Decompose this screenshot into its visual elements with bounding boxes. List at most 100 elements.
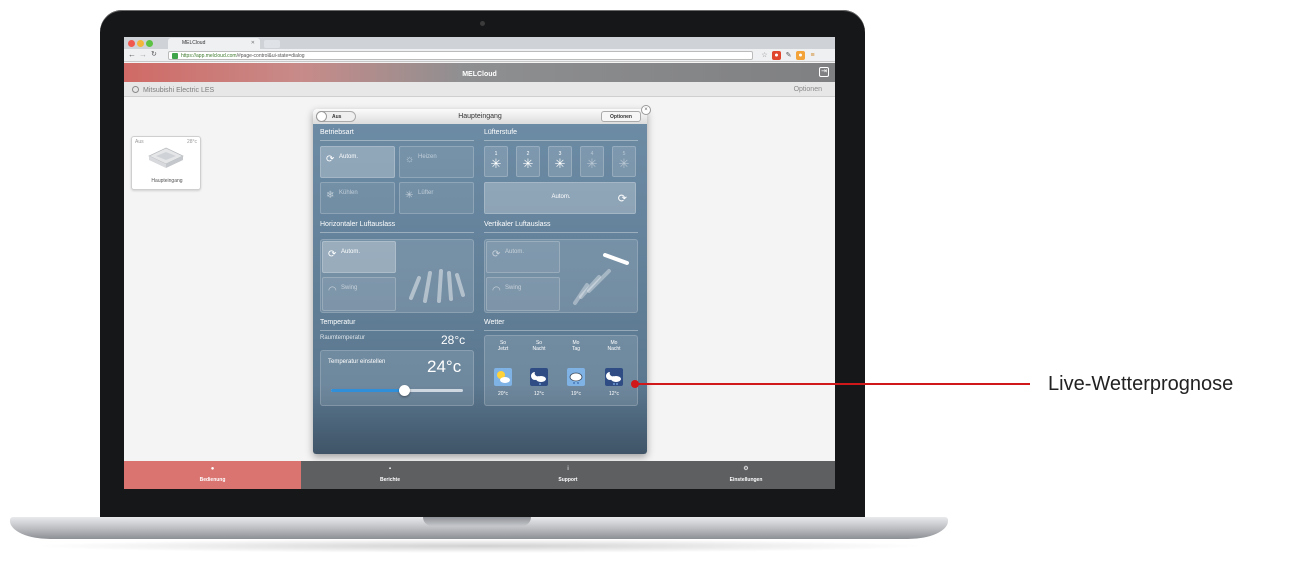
forward-arrow-icon[interactable]: → — [139, 51, 147, 59]
marketing-stage: MELCloud ✕ ← → ↻ https://app.melcloud.co… — [0, 0, 1303, 565]
close-window-icon[interactable] — [128, 40, 135, 47]
address-bar[interactable]: https://app.melcloud.com/#page-control&u… — [168, 51, 753, 60]
url-host: https://app.melcloud.com — [181, 53, 237, 59]
auto-cycle-icon: ⟳ — [617, 193, 627, 205]
horizontal-vane-diagram — [409, 269, 465, 303]
vertical-vane-swing-button[interactable]: ◠ Swing — [486, 277, 560, 311]
weather-day-label: So Nacht — [532, 340, 546, 352]
app-title: MELCloud — [462, 71, 497, 78]
swing-icon: ◠ — [328, 285, 337, 296]
support-icon: i — [567, 466, 569, 472]
mode-fan-button[interactable]: ✳ Lüfter — [399, 182, 474, 214]
cloud-rain-icon — [567, 368, 585, 386]
browser-toolbar: ← → ↻ https://app.melcloud.com/#page-con… — [124, 49, 835, 62]
lock-icon — [172, 53, 178, 59]
callout-dot — [631, 380, 639, 388]
camera-icon — [480, 21, 485, 26]
fan-icon: ✳ — [405, 190, 414, 201]
laptop-screen: MELCloud ✕ ← → ↻ https://app.melcloud.co… — [124, 37, 835, 489]
unit-temp: 28°c — [186, 139, 197, 145]
heat-icon: ☼ — [405, 154, 415, 165]
divider — [484, 330, 638, 331]
set-temperature-panel: Temperatur einstellen 24°c — [320, 350, 474, 406]
fan-speed-2[interactable]: 2 ✳ — [516, 146, 540, 177]
vertical-vane-diagram — [573, 253, 629, 305]
unit-name: Haupteingang — [151, 178, 183, 184]
app-header: MELCloud ⇥ Mitsubishi Electric LES Optio… — [124, 63, 835, 97]
fan-speed-4[interactable]: 4 ✳ — [580, 146, 604, 177]
cassette-unit-icon — [148, 147, 184, 168]
back-arrow-icon[interactable]: ← — [128, 51, 136, 59]
bottom-navigation: ● Bedienung ▪ Berichte i Support ⚙ Einst… — [124, 461, 835, 489]
nav-berichte[interactable]: ▪ Berichte — [301, 461, 479, 489]
weather-temp: 19°c — [570, 391, 582, 397]
snowflake-icon: ❄ — [326, 190, 335, 201]
mode-title: Betriebsart — [320, 129, 354, 136]
fan-speed-1[interactable]: 1 ✳ — [484, 146, 508, 177]
horizontal-vane-auto-button[interactable]: ⟳ Autom. — [322, 241, 396, 273]
temperature-title: Temperatur — [320, 319, 356, 326]
reports-icon: ▪ — [388, 466, 392, 472]
extension-shield-icon[interactable]: ● — [772, 51, 781, 60]
moon-cloud-rain-icon — [530, 368, 548, 386]
zoom-window-icon[interactable] — [146, 40, 153, 47]
dialog-header: Aus Haupteingang Optionen × — [313, 105, 651, 124]
mode-heat-button[interactable]: ☼ Heizen — [399, 146, 474, 178]
minimize-window-icon[interactable] — [137, 40, 144, 47]
logout-icon[interactable]: ⇥ — [819, 67, 829, 77]
dialog-close-icon[interactable]: × — [641, 105, 651, 115]
weather-title: Wetter — [484, 319, 505, 326]
divider — [320, 330, 474, 331]
vertical-vane-title: Vertikaler Luftauslass — [484, 221, 551, 228]
fan-speed-5[interactable]: 5 ✳ — [612, 146, 636, 177]
laptop-base — [10, 517, 948, 539]
horizontal-vane-swing-button[interactable]: ◠ Swing — [322, 277, 396, 311]
temperature-slider[interactable] — [331, 389, 463, 392]
laptop-shadow — [30, 539, 930, 553]
browser-tab[interactable]: MELCloud ✕ — [168, 38, 260, 49]
set-temp-value: 24°c — [427, 357, 462, 376]
slider-handle[interactable] — [398, 385, 410, 396]
nav-bedienung[interactable]: ● Bedienung — [124, 461, 301, 489]
room-temp-label: Raumtemperatur — [320, 335, 366, 341]
callout-label: Live-Wetterprognose — [1048, 373, 1234, 395]
vertical-vane-auto-button[interactable]: ⟳ Autom. — [486, 241, 560, 273]
set-temp-label: Temperatur einstellen — [328, 359, 386, 365]
tab-title: MELCloud — [182, 40, 206, 46]
moon-cloud-rain-icon — [605, 368, 623, 386]
nav-einstellungen[interactable]: ⚙ Einstellungen — [657, 461, 835, 489]
browser-tabstrip: MELCloud ✕ — [124, 37, 835, 49]
menu-hamburger-icon[interactable]: ≡ — [808, 51, 817, 60]
weather-day-label: Mo Tag — [571, 340, 581, 352]
fan-speed-3[interactable]: 3 ✳ — [548, 146, 572, 177]
nav-support[interactable]: i Support — [479, 461, 657, 489]
dialog-options-button[interactable]: Optionen — [601, 111, 641, 122]
extension-orange-icon[interactable]: ● — [796, 51, 805, 60]
fan-auto-button[interactable]: Autom. ⟳ — [484, 182, 636, 214]
mode-auto-button[interactable]: ⟳ Autom. — [320, 146, 395, 178]
slider-fill — [331, 389, 404, 392]
divider — [320, 140, 474, 141]
control-icon: ● — [210, 466, 215, 472]
building-bar: Mitsubishi Electric LES Optionen — [124, 82, 835, 97]
settings-gear-icon: ⚙ — [743, 466, 749, 472]
unit-control-dialog: Aus Haupteingang Optionen × Betriebsart … — [313, 105, 651, 454]
building-status-icon — [132, 86, 139, 93]
options-link[interactable]: Optionen — [794, 86, 822, 93]
divider — [484, 232, 638, 233]
auto-cycle-icon: ⟳ — [328, 249, 337, 260]
room-temp-value: 28°c — [441, 333, 466, 347]
weather-temp: 12°c — [608, 391, 620, 397]
reload-icon[interactable]: ↻ — [151, 51, 157, 59]
mode-cool-button[interactable]: ❄ Kühlen — [320, 182, 395, 214]
callout-line — [637, 383, 1030, 385]
bookmark-star-icon[interactable]: ☆ — [760, 51, 769, 60]
new-tab-button[interactable] — [264, 40, 280, 48]
url-path: /#page-control&ui-state=dialog — [236, 53, 305, 59]
sun-cloud-icon — [494, 368, 512, 386]
unit-card[interactable]: Aus 28°c Haupteingang — [131, 136, 201, 190]
divider — [320, 232, 474, 233]
building-name[interactable]: Mitsubishi Electric LES — [132, 86, 214, 94]
tab-close-icon[interactable]: ✕ — [251, 40, 255, 46]
extension-tool-icon[interactable]: ✎ — [784, 51, 793, 60]
